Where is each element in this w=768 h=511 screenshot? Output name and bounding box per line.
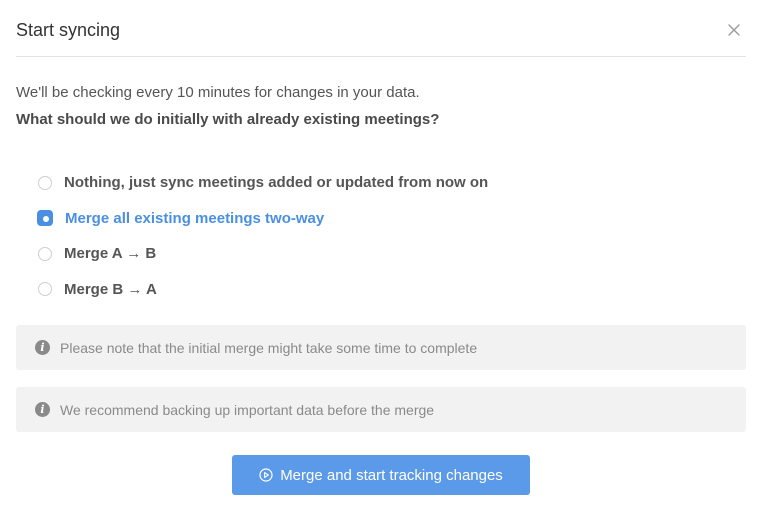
option-label: Merge all existing meetings two-way	[65, 209, 325, 227]
radio-button[interactable]	[38, 246, 52, 261]
option-label: Merge B → A	[64, 280, 157, 298]
option-merge-a-to-b[interactable]: Merge A → B	[38, 236, 638, 272]
info-icon: i	[35, 402, 50, 417]
close-icon[interactable]	[724, 20, 744, 40]
sync-question: What should we do initially with already…	[16, 111, 440, 128]
option-nothing-sync-new[interactable]: Nothing, just sync meetings added or upd…	[38, 165, 638, 201]
notice-backup-recommendation: i We recommend backing up important data…	[16, 387, 746, 432]
notice-text: We recommend backing up important data b…	[60, 401, 435, 418]
dialog-title: Start syncing	[16, 20, 121, 40]
merge-and-start-tracking-button[interactable]: Merge and start tracking changes	[232, 455, 530, 495]
option-merge-two-way[interactable]: Merge all existing meetings two-way	[37, 201, 638, 237]
radio-button[interactable]	[38, 175, 52, 190]
radio-button[interactable]	[38, 282, 52, 297]
option-label: Merge A → B	[64, 245, 157, 263]
start-syncing-dialog: Start syncing We'll be checking every 10…	[0, 0, 768, 511]
button-label: Merge and start tracking changes	[280, 466, 503, 484]
option-merge-b-to-a[interactable]: Merge B → A	[38, 272, 638, 308]
info-icon: i	[35, 340, 50, 355]
merge-options-radio-group: Nothing, just sync meetings added or upd…	[37, 165, 638, 308]
dialog-header: Start syncing	[16, 0, 746, 57]
play-circle-icon	[259, 468, 273, 482]
option-label: Nothing, just sync meetings added or upd…	[64, 174, 489, 192]
notice-text: Please note that the initial merge might…	[60, 339, 478, 356]
sync-description: We'll be checking every 10 minutes for c…	[16, 84, 420, 101]
notice-initial-merge-time: i Please note that the initial merge mig…	[16, 325, 746, 370]
radio-button-checked[interactable]	[37, 210, 53, 227]
